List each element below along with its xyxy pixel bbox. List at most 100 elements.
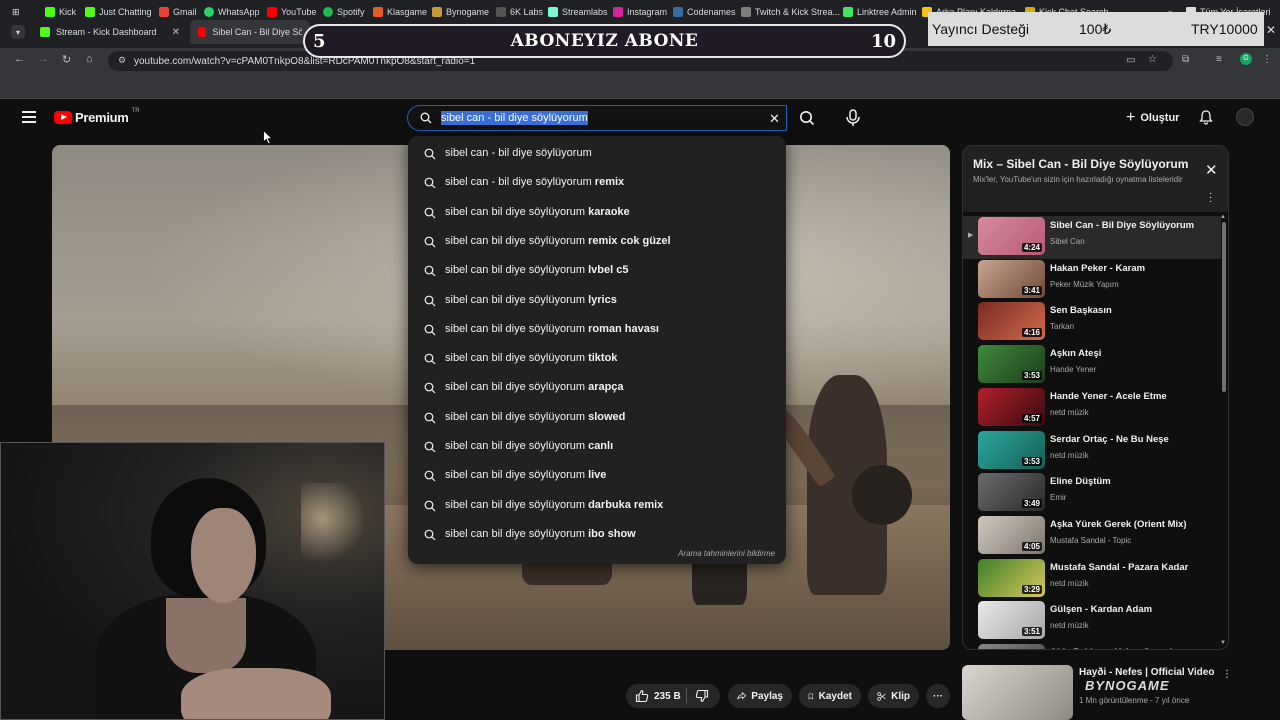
mix-item-now-playing[interactable]: ▶ 4:24 Sibel Can - Bil Diye Söylüyorum Sibe… xyxy=(963,216,1221,259)
mix-duration: 3:51 xyxy=(1021,627,1042,637)
search-suggestion-item[interactable]: sibel can bil diye söylüyorum lyrics xyxy=(408,286,786,315)
search-suggestion-item[interactable]: sibel can bil diye söylüyorum ibo show xyxy=(408,520,786,549)
apps-grid-icon[interactable]: ⊞ xyxy=(12,7,20,18)
tab-youtube-video[interactable]: Sibel Can - Bil Diye Söylüy xyxy=(190,20,310,44)
bookmark-streamlabs[interactable]: Streamlabs xyxy=(548,7,608,17)
search-icon xyxy=(424,470,436,482)
bookmark-twitch-kick[interactable]: Twitch & Kick Strea... xyxy=(741,7,840,17)
profile-avatar-icon[interactable]: G xyxy=(1240,53,1252,65)
bookmark-whatsapp[interactable]: WhatsApp xyxy=(204,7,260,17)
voice-search-button[interactable] xyxy=(840,105,866,131)
search-suggestion-item[interactable]: sibel can bil diye söylüyorum roman hava… xyxy=(408,315,786,344)
linktree-icon xyxy=(843,7,853,17)
suggestion-prefix: sibel can bil diye söylüyorum xyxy=(445,498,586,511)
mix-item[interactable]: Aida Pekkan - Yakar Geçerim xyxy=(963,643,1221,649)
mix-thumbnail: 3:41 xyxy=(978,259,1045,298)
mix-item[interactable]: 3:29 Mustafa Sandal - Pazara Kadar netd mü… xyxy=(963,558,1221,601)
dislike-icon[interactable] xyxy=(695,689,709,703)
bookmark-spotify[interactable]: Spotify xyxy=(323,7,365,17)
forward-icon[interactable]: → xyxy=(38,53,49,65)
close-tab-icon[interactable]: ✕ xyxy=(172,27,180,38)
suggestion-prefix: sibel can bil diye söylüyorum xyxy=(445,469,586,482)
search-icon xyxy=(424,382,436,394)
donation-goal-overlay: Yayıncı Desteği 100₺ TRY10000 xyxy=(928,12,1264,46)
reload-icon[interactable]: ↻ xyxy=(62,53,71,66)
mix-duration: 3:41 xyxy=(1021,285,1042,295)
twitch-kick-icon xyxy=(741,7,751,17)
search-suggestion-item[interactable]: sibel can bil diye söylüyorum slowed xyxy=(408,403,786,432)
mix-item-channel: netd müzik xyxy=(1050,621,1089,631)
search-suggestion-item[interactable]: sibel can bil diye söylüyorum canlı xyxy=(408,432,786,461)
bookmark-linktree[interactable]: Linktree Admin xyxy=(843,7,917,17)
mix-item[interactable]: 3:53 Serdar Ortaç - Ne Bu Neşe netd müzik xyxy=(963,430,1221,473)
search-suggestion-item[interactable]: sibel can bil diye söylüyorum lvbel c5 xyxy=(408,256,786,285)
scroll-down-arrow-icon[interactable]: ▼ xyxy=(1220,640,1226,646)
bookmark-bynogame[interactable]: Bynogame xyxy=(432,7,489,17)
search-suggestion-item[interactable]: sibel can bil diye söylüyorum karaoke xyxy=(408,198,786,227)
youtube-premium-logo[interactable]: Premium TR xyxy=(54,108,140,125)
bookmark-klasgame[interactable]: Klasgame xyxy=(373,7,427,17)
suggestion-text: sibel can - bil diye söylüyorum remix xyxy=(445,176,624,188)
mix-item[interactable]: 4:05 Aşka Yürek Gerek (Orient Mix) Mustafa… xyxy=(963,515,1221,558)
report-predictions-link[interactable]: Arama tahminlerini bildirme xyxy=(678,549,775,558)
search-suggestion-item[interactable]: sibel can - bil diye söylüyorum remix xyxy=(408,168,786,197)
search-suggestion-item[interactable]: sibel can bil diye söylüyorum live xyxy=(408,461,786,490)
window-close-icon[interactable]: ✕ xyxy=(1266,23,1276,37)
mix-item[interactable]: 3:41 Hakan Peker - Karam Peker Müzik Yapım xyxy=(963,259,1221,302)
bookmark-gmail[interactable]: Gmail xyxy=(159,7,197,17)
recommended-more-icon[interactable]: ⋮ xyxy=(1222,669,1232,680)
browser-menu-icon[interactable]: ⋮ xyxy=(1262,54,1272,65)
create-button[interactable]: + Oluştur xyxy=(1126,109,1179,127)
back-icon[interactable]: ← xyxy=(14,53,25,65)
search-button[interactable] xyxy=(790,105,824,131)
suggestion-text: sibel can bil diye söylüyorum remix cok … xyxy=(445,235,671,247)
tab-search-dropdown[interactable]: ▾ xyxy=(11,25,25,39)
now-playing-icon: ▶ xyxy=(968,232,974,239)
close-mix-icon[interactable]: ✕ xyxy=(1205,161,1218,179)
tab-kick-dashboard[interactable]: Stream - Kick Dashboard ✕ xyxy=(32,20,188,44)
bookmark-instagram[interactable]: Instagram xyxy=(613,7,667,17)
search-suggestion-item[interactable]: sibel can bil diye söylüyorum tiktok xyxy=(408,344,786,373)
scroll-up-arrow-icon[interactable]: ▲ xyxy=(1220,214,1226,220)
bookmark-youtube[interactable]: YouTube xyxy=(267,7,316,17)
mix-scrollbar[interactable] xyxy=(1222,222,1226,392)
extensions-icon[interactable]: ⧉ xyxy=(1182,54,1189,65)
suggestion-suffix: canlı xyxy=(585,440,614,452)
install-app-icon[interactable]: ▭ xyxy=(1126,55,1135,66)
mix-item[interactable]: 3:49 Eline Düştüm Emir xyxy=(963,472,1221,515)
search-suggestion-item[interactable]: sibel can bil diye söylüyorum arapça xyxy=(408,373,786,402)
bookmark-codenames[interactable]: Codenames xyxy=(673,7,736,17)
more-actions-button[interactable]: ··· xyxy=(926,684,950,708)
account-avatar[interactable] xyxy=(1236,108,1254,126)
home-icon[interactable]: ⌂ xyxy=(86,53,93,65)
media-icon[interactable]: ≡ xyxy=(1216,54,1222,65)
bookmark-6k-labs[interactable]: 6K Labs xyxy=(496,7,543,17)
instagram-icon xyxy=(613,7,623,17)
search-input[interactable]: sibel can - bil diye söylüyorum ✕ xyxy=(407,105,787,131)
site-info-icon[interactable]: ⚙ xyxy=(118,55,126,66)
mix-item[interactable]: 3:53 Aşkın Ateşi Hande Yener xyxy=(963,344,1221,387)
mix-item[interactable]: 4:57 Hande Yener - Acele Etme netd müzik xyxy=(963,387,1221,430)
mix-more-options-icon[interactable]: · · · xyxy=(1209,189,1212,207)
streamer-webcam xyxy=(0,442,385,720)
search-suggestion-item[interactable]: sibel can bil diye söylüyorum remix cok … xyxy=(408,227,786,256)
clear-search-icon[interactable]: ✕ xyxy=(769,111,780,127)
bookmark-just-chatting[interactable]: Just Chatting xyxy=(85,7,152,17)
search-suggestion-item[interactable]: sibel can bil diye söylüyorum darbuka re… xyxy=(408,491,786,520)
notifications-bell-icon[interactable] xyxy=(1198,109,1214,125)
menu-hamburger-icon[interactable] xyxy=(22,111,36,126)
mix-thumbnail: 3:29 xyxy=(978,558,1045,597)
donation-amount: 100₺ xyxy=(1079,20,1112,37)
save-button[interactable]: Kaydet xyxy=(799,684,861,708)
goal-target: 10 xyxy=(870,31,896,52)
suggestion-text: sibel can bil diye söylüyorum karaoke xyxy=(445,206,630,218)
like-icon[interactable] xyxy=(635,689,649,703)
share-button[interactable]: Paylaş xyxy=(728,684,792,708)
mix-thumbnail xyxy=(978,644,1045,649)
bookmark-kick[interactable]: Kick xyxy=(45,7,76,17)
clip-button[interactable]: Klip xyxy=(868,684,919,708)
bookmark-star-icon[interactable]: ☆ xyxy=(1148,54,1157,65)
mix-item[interactable]: 3:51 Gülşen - Kardan Adam netd müzik xyxy=(963,600,1221,643)
search-suggestion-item[interactable]: sibel can - bil diye söylüyorum xyxy=(408,139,786,168)
mix-item[interactable]: 4:16 Sen Başkasın Tarkan xyxy=(963,301,1221,344)
